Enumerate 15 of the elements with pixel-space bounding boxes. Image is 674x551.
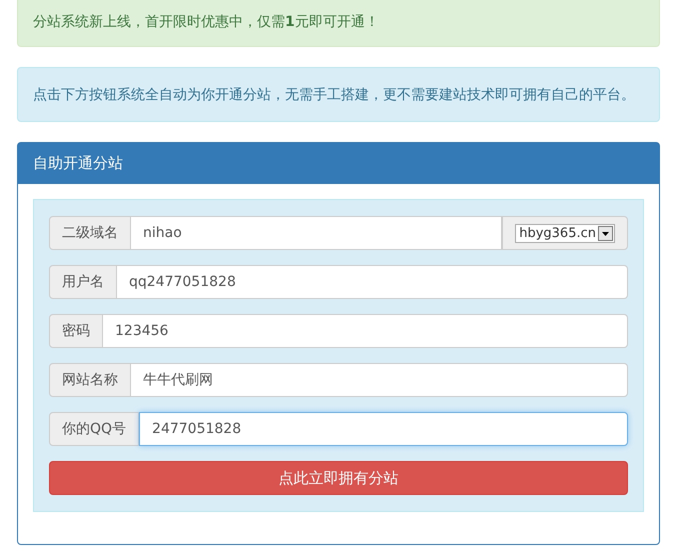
input-field[interactable]: qq2477051828	[117, 265, 628, 299]
field-label: 网站名称	[49, 363, 131, 397]
submit-button[interactable]: 点此立即拥有分站	[49, 461, 628, 495]
alert-message: 点击下方按钮系统全自动为你开通分站，无需手工搭建，更不需要建站技术即可拥有自己的平台。	[33, 87, 635, 103]
field-label: 二级域名	[49, 216, 131, 250]
field-label: 用户名	[49, 265, 117, 299]
input-field[interactable]: 123456	[103, 314, 628, 348]
input-field[interactable]: 2477051828	[139, 412, 628, 446]
field-label: 密码	[49, 314, 103, 348]
domain-select[interactable]: hbyg365.cn	[515, 224, 615, 242]
field-label: 你的QQ号	[49, 412, 140, 446]
alert-message: 分站系统新上线，首开限时优惠中，仅需1元即可开通！	[33, 14, 379, 30]
input-field[interactable]: nihao	[131, 216, 502, 250]
panel-title: 自助开通分站	[33, 154, 123, 173]
input-field[interactable]: 牛牛代刷网	[131, 363, 628, 397]
